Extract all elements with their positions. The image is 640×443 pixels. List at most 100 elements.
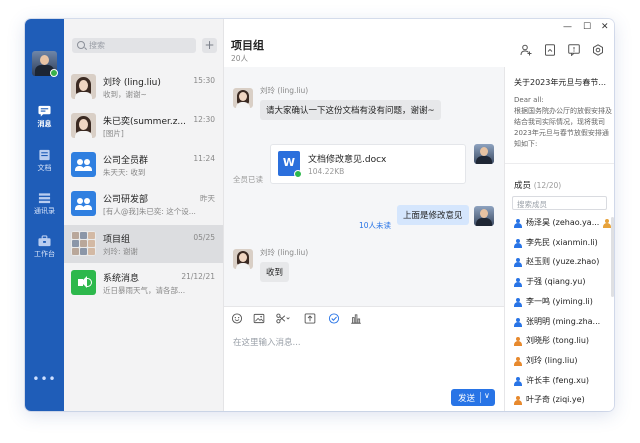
search-input[interactable]: 搜索 [72, 38, 196, 53]
my-avatar[interactable] [474, 144, 494, 164]
briefcase-icon [38, 235, 51, 247]
file-card[interactable]: W 文档修改意见.docx 104.22KB [270, 144, 466, 184]
check-circle-icon[interactable] [328, 313, 340, 324]
document-icon [39, 149, 50, 161]
my-avatar[interactable] [474, 206, 494, 226]
person-icon [514, 376, 522, 386]
file-size: 104.22KB [308, 167, 345, 176]
close-button[interactable]: ✕ [601, 22, 609, 32]
group-icon [71, 191, 96, 216]
conversation-item[interactable]: 朱已奕(summer.z... 12:30 [图片] [64, 107, 223, 145]
chevron-down-icon[interactable]: ∨ [484, 391, 490, 400]
nav-documents[interactable]: 文档 [25, 149, 64, 173]
nav-workbench-label: 工作台 [34, 250, 55, 258]
message-input[interactable]: 在这里输入消息... [233, 336, 301, 348]
conversation-time: 21/12/21 [181, 272, 215, 281]
conversation-time: 15:30 [193, 76, 215, 85]
nav-messages[interactable]: 消息 [25, 105, 64, 129]
maximize-button[interactable]: ☐ [583, 22, 591, 32]
person-icon [514, 337, 522, 347]
online-status-icon [50, 69, 58, 77]
conversation-name: 系统消息 [103, 274, 140, 284]
gear-icon[interactable] [592, 44, 604, 56]
conversation-name: 公司研发部 [103, 195, 149, 205]
member-name: 赵玉则 (yuze.zhao) [526, 257, 600, 267]
person-icon [514, 317, 522, 327]
conversation-item[interactable]: 公司研发部 昨天 [有人@我]朱已奕: 这个设... [64, 185, 223, 223]
member-item[interactable]: 刘晓彤 (tong.liu) [514, 335, 614, 351]
nav-contacts[interactable]: 通讯录 [25, 192, 64, 216]
person-icon [514, 396, 522, 406]
sender-avatar[interactable] [233, 88, 253, 108]
file-icon[interactable] [544, 44, 556, 56]
upload-file-icon[interactable] [304, 313, 316, 324]
send-button[interactable]: 发送 ∨ [451, 389, 495, 406]
chat-area: 项目组 20人 刘玲 (ling.liu) 请大家确认一下这份文档有没有问题，谢… [224, 19, 614, 411]
notice-title[interactable]: 关于2023年元旦与春节... [514, 77, 610, 88]
member-name: 李先民 (xianmin.li) [526, 237, 598, 247]
owner-icon [603, 219, 611, 228]
emoji-icon[interactable] [231, 313, 243, 324]
member-name: 杨泽昊 (zehao.ya... [526, 218, 600, 227]
sender-avatar[interactable] [233, 249, 253, 269]
member-item[interactable]: 刘玲 (ling.liu) [514, 355, 614, 371]
chat-bubble-icon [38, 105, 51, 117]
conversation-name: 项目组 [103, 235, 131, 245]
member-item[interactable]: 李先民 (xianmin.li) [514, 237, 614, 253]
send-divider [480, 392, 481, 403]
member-name: 许长丰 (feng.xu) [526, 375, 590, 385]
message-bubble[interactable]: 上面是修改意见 [397, 205, 469, 225]
check-icon [294, 170, 302, 178]
member-item[interactable]: 杨泽昊 (zehao.ya... [514, 217, 614, 233]
member-name: 于强 (qiang.yu) [526, 277, 586, 287]
scrollbar[interactable] [611, 217, 614, 297]
conversation-time: 11:24 [193, 154, 215, 163]
conversation-time: 12:30 [193, 115, 215, 124]
member-count: 20人 [231, 54, 249, 63]
member-item[interactable]: 于强 (qiang.yu) [514, 276, 614, 292]
person-icon [514, 238, 522, 248]
conversation-preview: 刘玲: 谢谢 [103, 247, 138, 256]
member-name: 刘晓彤 (tong.liu) [526, 336, 590, 346]
member-item[interactable]: 张明明 (ming.zha... [514, 316, 614, 332]
person-icon [514, 356, 522, 366]
unread-status[interactable]: 10人未读 [359, 220, 391, 231]
minimize-button[interactable]: — [563, 22, 572, 32]
message-bubble[interactable]: 请大家确认一下这份文档有没有问题，谢谢~ [260, 100, 441, 120]
conversation-item-selected[interactable]: 项目组 05/25 刘玲: 谢谢 [64, 225, 223, 263]
image-icon[interactable] [253, 313, 265, 324]
divider [505, 163, 614, 164]
members-count: (12/20) [533, 181, 562, 190]
add-member-icon[interactable] [520, 44, 532, 56]
more-icon[interactable]: ••• [25, 372, 64, 386]
person-icon [514, 297, 522, 307]
conversation-item[interactable]: 系统消息 21/12/21 近日暴雨天气，请各部... [64, 264, 223, 302]
member-item[interactable]: 李一鸣 (yiming.li) [514, 296, 614, 312]
member-item[interactable]: 叶子奇 (ziqi.ye) [514, 394, 614, 410]
group-avatar [71, 231, 96, 256]
announcement-icon[interactable] [568, 44, 580, 56]
conversation-name: 朱已奕(summer.z... [103, 117, 187, 127]
nav-workbench[interactable]: 工作台 [25, 235, 64, 259]
scissors-icon[interactable] [275, 313, 291, 324]
send-label: 发送 [458, 394, 476, 404]
conversation-item[interactable]: 公司全员群 11:24 朱天天: 收到 [64, 146, 223, 184]
search-placeholder: 搜索 [89, 41, 105, 50]
member-item[interactable]: 赵玉则 (yuze.zhao) [514, 256, 614, 272]
member-search-input[interactable]: 搜索成员 [512, 196, 607, 210]
bar-chart-icon[interactable] [350, 313, 362, 324]
conversation-item[interactable]: 刘玲 (ling.liu) 15:30 收到，谢谢~ [64, 68, 223, 106]
add-button[interactable]: + [202, 38, 217, 53]
person-icon [514, 278, 522, 288]
conversation-time: 昨天 [200, 194, 215, 203]
nav-messages-label: 消息 [37, 120, 52, 128]
member-item[interactable]: 许长丰 (feng.xu) [514, 375, 614, 391]
members-label: 成员 [514, 181, 532, 191]
nav-contacts-label: 通讯录 [34, 207, 55, 215]
group-info-panel: 关于2023年元旦与春节... Dear all: 根据国务院办公厅的放假安排及… [504, 67, 614, 411]
nav-rail: 消息 文档 通讯录 工作台 ••• [25, 19, 64, 411]
members-header: 成员 (12/20) [514, 179, 561, 191]
chat-title: 项目组 [231, 39, 264, 52]
message-bubble[interactable]: 收到 [260, 262, 290, 282]
avatar [71, 74, 96, 99]
